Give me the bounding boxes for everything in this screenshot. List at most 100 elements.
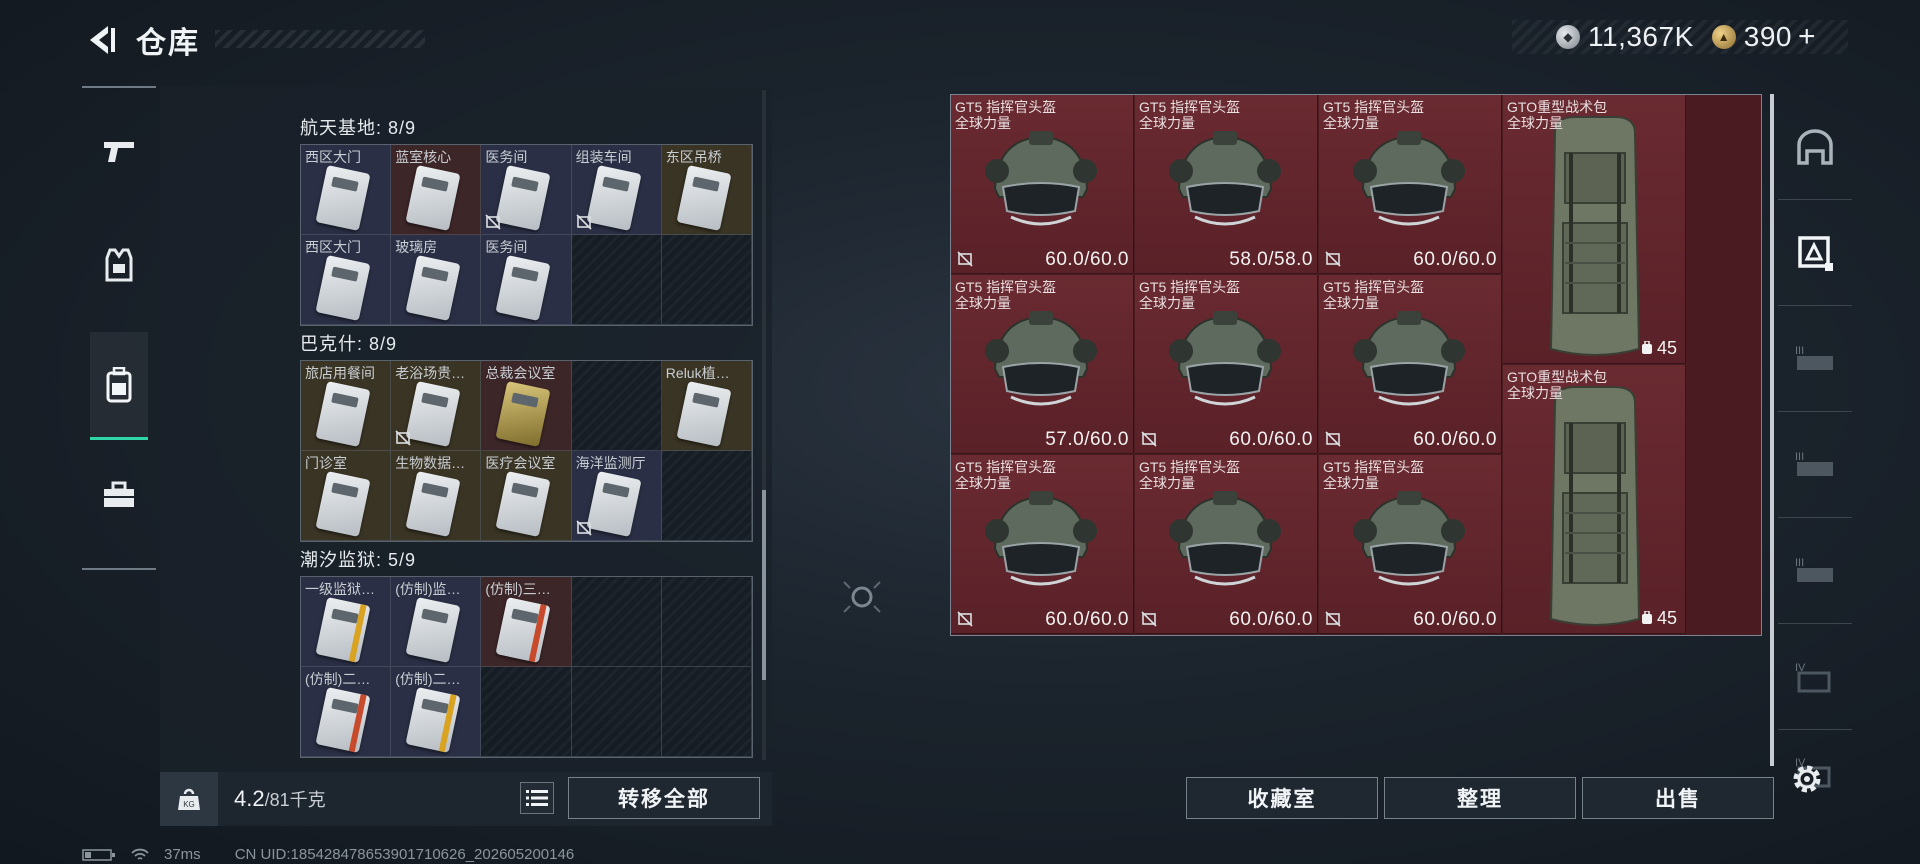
rail-armor[interactable]	[82, 226, 156, 304]
no-trade-icon	[1325, 611, 1341, 627]
no-trade-icon	[485, 214, 501, 230]
item-name: GTO重型战术包 全球力量	[1507, 99, 1608, 131]
key-card-slot[interactable]: 组装车间	[571, 145, 662, 235]
key-card-slot[interactable]: 医疗会议室	[481, 451, 572, 541]
backpack-item[interactable]: GTO重型战术包 全球力量 45	[1503, 365, 1686, 634]
rail-weapon[interactable]	[82, 112, 156, 190]
key-card-slot[interactable]: (仿制)二…	[391, 667, 482, 757]
stash-scrollbar[interactable]	[1770, 94, 1774, 766]
add-currency-button[interactable]: +	[1798, 20, 1816, 54]
key-card-image	[405, 471, 461, 537]
helmet-icon	[985, 491, 1097, 586]
empty-slot[interactable]	[571, 667, 662, 757]
key-card-slot[interactable]: (仿制)二…	[301, 667, 392, 757]
helmet-item[interactable]: GT5 指挥官头盔 全球力量 60.0/60.0	[1135, 455, 1318, 634]
key-card-slot[interactable]: (仿制)监…	[391, 577, 482, 667]
status-bar: 37ms CN UID:185428478653901710626_202605…	[82, 846, 574, 863]
transfer-all-button[interactable]: 转移全部	[568, 777, 760, 819]
key-card-image	[315, 687, 371, 753]
helmet-item[interactable]: GT5 指挥官头盔 全球力量 60.0/60.0	[1319, 95, 1502, 274]
backpack-item[interactable]: GTO重型战术包 全球力量 45	[1503, 95, 1686, 364]
key-card-slot[interactable]: 一级监狱…	[301, 577, 392, 667]
helmet-item[interactable]: GT5 指挥官头盔 全球力量 57.0/60.0	[951, 275, 1134, 454]
sort-button[interactable]: 整理	[1384, 777, 1576, 819]
back-button[interactable]	[80, 20, 120, 60]
key-card-slot[interactable]: 门诊室	[301, 451, 392, 541]
armor-vest-icon	[105, 248, 133, 282]
key-card-name: 旅店用餐间	[305, 365, 375, 381]
empty-slot[interactable]	[661, 235, 752, 325]
tab-tier-3a[interactable]: III	[1778, 306, 1852, 412]
rail-backpack[interactable]	[90, 332, 148, 440]
key-card-image	[676, 381, 732, 447]
settings-button[interactable]	[1790, 762, 1824, 796]
key-card-name: 门诊室	[305, 455, 347, 471]
tab-tier-3b[interactable]: III	[1778, 412, 1852, 518]
key-card-slot[interactable]: (仿制)三…	[481, 577, 572, 667]
key-card-slot[interactable]: 旅店用餐间	[301, 361, 392, 451]
helmet-item[interactable]: GT5 指挥官头盔 全球力量 60.0/60.0	[951, 455, 1134, 634]
tab-tier-4a[interactable]: IV	[1778, 624, 1852, 730]
key-card-image	[495, 381, 551, 447]
battery-icon	[82, 848, 115, 861]
key-card-slot[interactable]: 西区大门	[301, 145, 392, 235]
empty-slot[interactable]	[571, 577, 662, 667]
tab-box[interactable]	[1778, 200, 1852, 306]
key-card-slot[interactable]: 玻璃房	[391, 235, 482, 325]
storage-scrollbar-thumb[interactable]	[762, 490, 766, 680]
helmet-item[interactable]: GT5 指挥官头盔 全球力量 60.0/60.0	[1135, 275, 1318, 454]
helmet-item[interactable]: GT5 指挥官头盔 全球力量 60.0/60.0	[951, 95, 1134, 274]
empty-slot[interactable]	[661, 577, 752, 667]
key-card-grid: 西区大门 蓝室核心 医务间 组装车间 东区吊桥 西区大门 玻璃房 医务间	[300, 144, 753, 326]
key-card-slot[interactable]: 西区大门	[301, 235, 392, 325]
container-tier-iv-icon: IV	[1795, 662, 1831, 692]
durability-text: 58.0/58.0	[1229, 249, 1313, 270]
list-view-button[interactable]	[520, 782, 554, 814]
collection-room-button[interactable]: 收藏室	[1186, 777, 1378, 819]
helmet-icon	[985, 131, 1097, 226]
tactical-backpack-icon	[1549, 386, 1641, 626]
no-trade-icon	[576, 214, 592, 230]
section-title: 巴克什: 8/9	[300, 334, 398, 354]
helmet-item[interactable]: GT5 指挥官头盔 全球力量 60.0/60.0	[1319, 455, 1502, 634]
key-card-slot[interactable]: 医务间	[481, 235, 572, 325]
helmet-item[interactable]: GT5 指挥官头盔 全球力量 60.0/60.0	[1319, 275, 1502, 454]
key-card-slot[interactable]: 蓝室核心	[391, 145, 482, 235]
weight-icon: KG	[178, 788, 200, 810]
key-card-slot[interactable]: 总裁会议室	[481, 361, 572, 451]
key-card-slot[interactable]: Reluk植…	[661, 361, 752, 451]
empty-slot[interactable]	[571, 235, 662, 325]
key-card-image	[405, 255, 461, 321]
key-card-image	[315, 165, 371, 231]
helmet-item[interactable]: GT5 指挥官头盔 全球力量 58.0/58.0	[1135, 95, 1318, 274]
key-card-name: (仿制)二…	[395, 671, 461, 687]
empty-slot[interactable]	[571, 361, 662, 451]
key-card-slot[interactable]: 海洋监测厅	[571, 451, 662, 541]
key-card-image	[495, 471, 551, 537]
key-card-slot[interactable]: 生物数据…	[391, 451, 482, 541]
item-name: GTO重型战术包 全球力量	[1507, 369, 1608, 401]
empty-slot[interactable]	[661, 451, 752, 541]
key-card-name: 一级监狱…	[305, 581, 375, 597]
key-card-name: 海洋监测厅	[575, 455, 646, 471]
weight-current: 4.2	[234, 786, 265, 811]
key-card-name: 组装车间	[575, 149, 632, 165]
gear-icon	[1793, 765, 1821, 793]
key-card-slot[interactable]: 东区吊桥	[661, 145, 752, 235]
sell-button[interactable]: 出售	[1582, 777, 1774, 819]
empty-slot[interactable]	[661, 667, 752, 757]
weight-icon-box: KG	[160, 772, 218, 826]
no-trade-icon	[1325, 251, 1341, 267]
no-trade-icon	[395, 430, 411, 446]
empty-slot[interactable]	[481, 667, 572, 757]
tab-base[interactable]	[1778, 94, 1852, 200]
tab-tier-3c[interactable]: III	[1778, 518, 1852, 624]
key-card-slot[interactable]: 老浴场贵…	[391, 361, 482, 451]
key-card-image	[405, 687, 461, 753]
key-card-name: 生物数据…	[395, 455, 466, 471]
item-name: GT5 指挥官头盔 全球力量	[955, 99, 1057, 131]
rail-toolbox[interactable]	[82, 456, 156, 534]
key-card-slot[interactable]: 医务间	[481, 145, 572, 235]
uid-text: CN UID:185428478653901710626_20260520014…	[234, 846, 575, 863]
helmet-icon	[1353, 131, 1465, 226]
